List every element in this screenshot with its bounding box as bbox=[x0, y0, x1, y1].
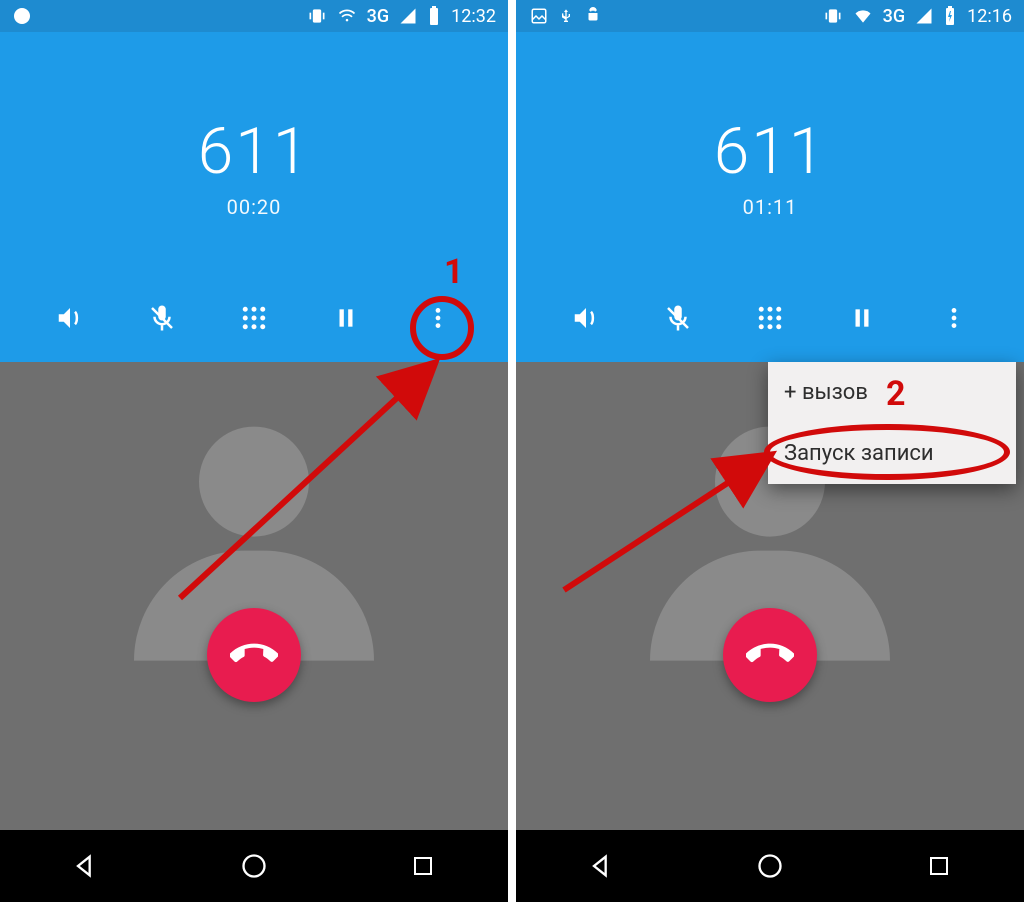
clock-label: 12:16 bbox=[967, 6, 1012, 27]
end-call-button[interactable] bbox=[723, 608, 817, 702]
call-header: 611 00:20 bbox=[0, 32, 508, 362]
more-options-menu: + вызов Запуск записи bbox=[768, 362, 1016, 484]
hold-button[interactable] bbox=[844, 300, 880, 336]
clock-label: 12:32 bbox=[451, 6, 496, 27]
call-number: 611 bbox=[0, 32, 508, 189]
call-header: 611 01:11 bbox=[516, 32, 1024, 362]
recent-apps-button[interactable] bbox=[406, 849, 440, 883]
vibrate-icon bbox=[823, 6, 843, 26]
home-button[interactable] bbox=[753, 849, 787, 883]
back-button[interactable] bbox=[584, 849, 618, 883]
hold-button[interactable] bbox=[328, 300, 364, 336]
android-icon bbox=[584, 7, 602, 25]
call-controls bbox=[516, 300, 1024, 336]
vibrate-icon bbox=[307, 6, 327, 26]
call-number: 611 bbox=[516, 32, 1024, 189]
nav-bar bbox=[0, 830, 508, 902]
speaker-button[interactable] bbox=[52, 300, 88, 336]
mute-button[interactable] bbox=[660, 300, 696, 336]
signal-icon bbox=[915, 7, 933, 25]
speaker-button[interactable] bbox=[568, 300, 604, 336]
avatar-area bbox=[0, 362, 508, 772]
network-label: 3G bbox=[883, 6, 906, 27]
battery-icon bbox=[427, 6, 441, 26]
back-button[interactable] bbox=[68, 849, 102, 883]
wifi-icon bbox=[337, 6, 357, 26]
battery-charging-icon bbox=[943, 6, 957, 26]
phone-right: 3G 12:16 611 01:11 bbox=[516, 0, 1024, 902]
more-options-button[interactable] bbox=[420, 300, 456, 336]
nav-bar bbox=[516, 830, 1024, 902]
signal-icon bbox=[399, 7, 417, 25]
phone-left: 3G 12:32 611 00:20 bbox=[0, 0, 508, 902]
end-call-button[interactable] bbox=[207, 608, 301, 702]
wifi-icon bbox=[853, 6, 873, 26]
usb-icon bbox=[558, 6, 574, 26]
image-icon bbox=[530, 7, 548, 25]
status-bar: 3G 12:32 bbox=[0, 0, 508, 32]
home-button[interactable] bbox=[237, 849, 271, 883]
start-record-menu-item[interactable]: Запуск записи bbox=[768, 423, 1016, 484]
recent-apps-button[interactable] bbox=[922, 849, 956, 883]
network-label: 3G bbox=[367, 6, 390, 27]
more-options-button[interactable] bbox=[936, 300, 972, 336]
notification-dot-icon bbox=[14, 8, 30, 24]
dialpad-button[interactable] bbox=[752, 300, 788, 336]
call-controls bbox=[0, 300, 508, 336]
status-bar: 3G 12:16 bbox=[516, 0, 1024, 32]
add-call-menu-item[interactable]: + вызов bbox=[768, 362, 1016, 423]
call-timer: 00:20 bbox=[0, 195, 508, 219]
call-timer: 01:11 bbox=[516, 195, 1024, 219]
dialpad-button[interactable] bbox=[236, 300, 272, 336]
mute-button[interactable] bbox=[144, 300, 180, 336]
